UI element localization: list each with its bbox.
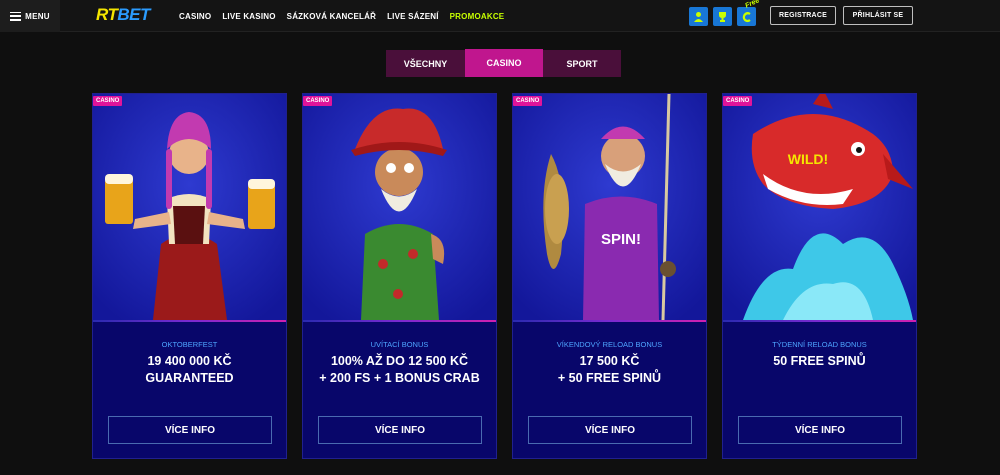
more-info-button[interactable]: VÍCE INFO xyxy=(738,416,902,444)
card-divider xyxy=(513,320,706,322)
nav-live-kasino[interactable]: LIVE KASINO xyxy=(222,12,275,21)
top-header: MENU RTBET CASINO LIVE KASINO SÁZKOVÁ KA… xyxy=(0,0,1000,32)
menu-label: MENU xyxy=(25,11,50,21)
card-title: 100% AŽ DO 12 500 KČ + 200 FS + 1 BONUS … xyxy=(319,354,480,385)
gnome-artwork xyxy=(303,94,496,320)
oktoberfest-artwork xyxy=(93,94,286,320)
menu-button[interactable]: MENU xyxy=(0,0,60,32)
casino-badge: CASINO xyxy=(303,96,333,106)
nav-live-sazeni[interactable]: LIVE SÁZENÍ xyxy=(387,12,439,21)
shark-artwork: WILD! xyxy=(723,94,916,320)
free-tag: Free xyxy=(744,0,761,10)
rtbet-logo[interactable]: RTBET xyxy=(96,5,150,25)
card-subtitle: OKTOBERFEST xyxy=(161,340,218,349)
main-nav: CASINO LIVE KASINO SÁZKOVÁ KANCELÁŘ LIVE… xyxy=(179,0,504,32)
card-subtitle: VÍKENDOVÝ RELOAD BONUS xyxy=(556,340,663,349)
casino-badge: CASINO xyxy=(93,96,123,106)
header-icons: Free xyxy=(689,0,761,26)
wild-text: WILD! xyxy=(788,151,828,167)
tab-vsechny[interactable]: VŠECHNY xyxy=(386,50,465,77)
casino-badge: CASINO xyxy=(723,96,753,106)
card-title: 50 FREE SPINŮ xyxy=(773,354,866,368)
trophy-icon[interactable] xyxy=(713,7,732,26)
nav-sazkova-kancelar[interactable]: SÁZKOVÁ KANCELÁŘ xyxy=(287,12,376,21)
card-title: 17 500 KČ + 50 FREE SPINŮ xyxy=(557,354,662,385)
card-divider xyxy=(303,320,496,322)
nav-promoakce[interactable]: PROMOAKCE xyxy=(450,12,505,21)
card-divider xyxy=(93,320,286,322)
casino-badge: CASINO xyxy=(513,96,543,106)
more-info-button[interactable]: VÍCE INFO xyxy=(528,416,692,444)
card-title: 19 400 000 KČ GUARANTEED xyxy=(145,354,234,385)
hamburger-icon xyxy=(10,11,22,21)
fisherman-artwork: SPIN! xyxy=(513,94,706,320)
card-divider xyxy=(723,320,916,322)
user-icon[interactable] xyxy=(689,7,708,26)
category-tabs: VŠECHNY CASINO SPORT xyxy=(386,49,621,77)
tab-sport[interactable]: SPORT xyxy=(543,50,621,77)
nav-casino[interactable]: CASINO xyxy=(179,12,211,21)
register-button[interactable]: REGISTRACE xyxy=(770,6,836,25)
more-info-button[interactable]: VÍCE INFO xyxy=(318,416,482,444)
card-subtitle: TÝDENNÍ RELOAD BONUS xyxy=(772,340,867,349)
coin-icon[interactable]: Free xyxy=(737,0,761,26)
promo-card-oktoberfest: CASINO OKTOBERFEST 19 400 000 KČ GUARANT… xyxy=(92,93,287,459)
login-button[interactable]: PŘIHLÁSIT SE xyxy=(843,6,913,25)
more-info-button[interactable]: VÍCE INFO xyxy=(108,416,272,444)
tab-casino[interactable]: CASINO xyxy=(465,49,543,77)
card-subtitle: UVÍTACÍ BONUS xyxy=(370,340,429,349)
promo-card-weekly-reload: CASINO WILD! TÝDENNÍ RELOAD BONUS 50 FRE… xyxy=(722,93,917,459)
spin-shirt-text: SPIN! xyxy=(601,231,641,248)
promo-card-weekend-reload: CASINO SPIN! VÍKENDOVÝ RELOAD BONUS 17 5… xyxy=(512,93,707,459)
promo-card-welcome-bonus: CASINO UVÍTACÍ BONUS 100% AŽ DO 12 500 K… xyxy=(302,93,497,459)
